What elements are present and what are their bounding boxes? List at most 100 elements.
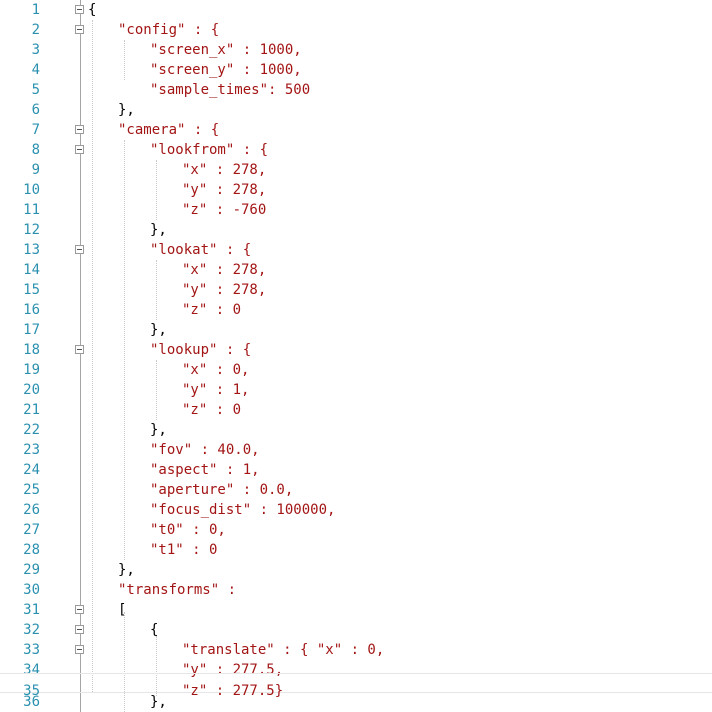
code-line[interactable]: 19 "x" : 0, — [0, 360, 712, 380]
code-editor[interactable]: 1 { 2 "config" : { 3 "screen_x" : 1000, … — [0, 0, 712, 712]
current-line[interactable]: 35 "z" : 277.5} — [0, 673, 712, 699]
line-number: 3 — [31, 42, 40, 58]
code-text: "lookup" : { — [150, 342, 252, 358]
code-line[interactable]: 12 }, — [0, 220, 712, 240]
code-line[interactable]: 31 [ — [0, 600, 712, 620]
code-line[interactable]: 3 "screen_x" : 1000, — [0, 40, 712, 60]
code-line[interactable]: 2 "config" : { — [0, 20, 712, 40]
collapse-icon[interactable] — [75, 25, 84, 34]
code-text: "z" : 0 — [182, 402, 242, 418]
code-line[interactable]: 23 "fov" : 40.0, — [0, 440, 712, 460]
line-number: 29 — [23, 562, 40, 578]
line-number: 5 — [31, 82, 40, 98]
line-number: 25 — [23, 482, 40, 498]
line-number: 27 — [23, 522, 40, 538]
code-text: "focus_dist" : 100000, — [150, 502, 336, 518]
code-text: }, — [150, 422, 167, 438]
line-number: 22 — [23, 422, 40, 438]
code-text: "z" : 0 — [182, 302, 242, 318]
collapse-icon[interactable] — [75, 5, 84, 14]
collapse-icon[interactable] — [75, 145, 84, 154]
code-text: }, — [150, 222, 167, 238]
code-line[interactable]: 21 "z" : 0 — [0, 400, 712, 420]
code-text: "aspect" : 1, — [150, 462, 260, 478]
code-line[interactable]: 30 "transforms" : — [0, 580, 712, 600]
line-number: 16 — [23, 302, 40, 318]
code-line[interactable]: 10 "y" : 278, — [0, 180, 712, 200]
line-number: 1 — [31, 2, 40, 18]
code-line[interactable]: 5 "sample_times": 500 — [0, 80, 712, 100]
line-number: 9 — [31, 162, 40, 178]
code-text: "x" : 278, — [182, 162, 267, 178]
code-text: }, — [118, 102, 135, 118]
line-number: 8 — [31, 142, 40, 158]
code-text: "t0" : 0, — [150, 522, 226, 538]
code-text: "lookat" : { — [150, 242, 252, 258]
line-number: 10 — [23, 182, 40, 198]
code-line[interactable]: 24 "aspect" : 1, — [0, 460, 712, 480]
code-text: "t1" : 0 — [150, 542, 218, 558]
line-number: 19 — [23, 362, 40, 378]
code-text: "fov" : 40.0, — [150, 442, 260, 458]
collapse-icon[interactable] — [75, 625, 84, 634]
code-line[interactable]: 32 { — [0, 620, 712, 640]
code-text: [ — [118, 602, 127, 618]
line-number: 36 — [23, 694, 40, 710]
collapse-icon[interactable] — [75, 125, 84, 134]
code-text: "aperture" : 0.0, — [150, 482, 294, 498]
code-line[interactable]: 22 }, — [0, 420, 712, 440]
code-text: "x" : 0, — [182, 362, 250, 378]
code-line[interactable]: 25 "aperture" : 0.0, — [0, 480, 712, 500]
code-text: { — [88, 2, 97, 18]
code-text: "translate" : { "x" : 0, — [182, 642, 385, 658]
line-number: 23 — [23, 442, 40, 458]
code-text: "screen_y" : 1000, — [150, 62, 302, 78]
code-line[interactable]: 6 }, — [0, 100, 712, 120]
code-line[interactable]: 28 "t1" : 0 — [0, 540, 712, 560]
code-line[interactable]: 14 "x" : 278, — [0, 260, 712, 280]
code-text: }, — [118, 562, 135, 578]
code-line[interactable]: 1 { — [0, 0, 712, 20]
code-line[interactable]: 9 "x" : 278, — [0, 160, 712, 180]
code-line[interactable]: 11 "z" : -760 — [0, 200, 712, 220]
code-line[interactable]: 8 "lookfrom" : { — [0, 140, 712, 160]
line-number: 11 — [23, 202, 40, 218]
collapse-icon[interactable] — [75, 605, 84, 614]
code-line[interactable]: 36 }, — [0, 692, 712, 712]
line-number: 20 — [23, 382, 40, 398]
line-number: 24 — [23, 462, 40, 478]
collapse-icon[interactable] — [75, 345, 84, 354]
collapse-icon[interactable] — [75, 245, 84, 254]
line-number: 18 — [23, 342, 40, 358]
line-number: 33 — [23, 642, 40, 658]
code-line[interactable]: 7 "camera" : { — [0, 120, 712, 140]
code-text: "x" : 278, — [182, 262, 267, 278]
code-text: }, — [150, 322, 167, 338]
code-line[interactable]: 13 "lookat" : { — [0, 240, 712, 260]
code-line[interactable]: 26 "focus_dist" : 100000, — [0, 500, 712, 520]
code-line[interactable]: 29 }, — [0, 560, 712, 580]
code-text: "screen_x" : 1000, — [150, 42, 302, 58]
code-line[interactable]: 15 "y" : 278, — [0, 280, 712, 300]
code-text: "sample_times": 500 — [150, 82, 311, 98]
line-number: 15 — [23, 282, 40, 298]
code-line[interactable]: 17 }, — [0, 320, 712, 340]
code-line[interactable]: 20 "y" : 1, — [0, 380, 712, 400]
line-number: 13 — [23, 242, 40, 258]
line-number: 30 — [23, 582, 40, 598]
code-text: "y" : 1, — [182, 382, 250, 398]
code-line[interactable]: 18 "lookup" : { — [0, 340, 712, 360]
code-text: { — [150, 622, 159, 638]
line-number: 4 — [31, 62, 40, 78]
code-line[interactable]: 33 "translate" : { "x" : 0, — [0, 640, 712, 660]
code-line[interactable]: 16 "z" : 0 — [0, 300, 712, 320]
collapse-icon[interactable] — [75, 645, 84, 654]
line-number: 28 — [23, 542, 40, 558]
code-line[interactable]: 27 "t0" : 0, — [0, 520, 712, 540]
line-number: 2 — [31, 22, 40, 38]
code-text: "config" : { — [118, 22, 220, 38]
line-number: 31 — [23, 602, 40, 618]
code-line[interactable]: 4 "screen_y" : 1000, — [0, 60, 712, 80]
code-text: "lookfrom" : { — [150, 142, 269, 158]
line-number: 32 — [23, 622, 40, 638]
